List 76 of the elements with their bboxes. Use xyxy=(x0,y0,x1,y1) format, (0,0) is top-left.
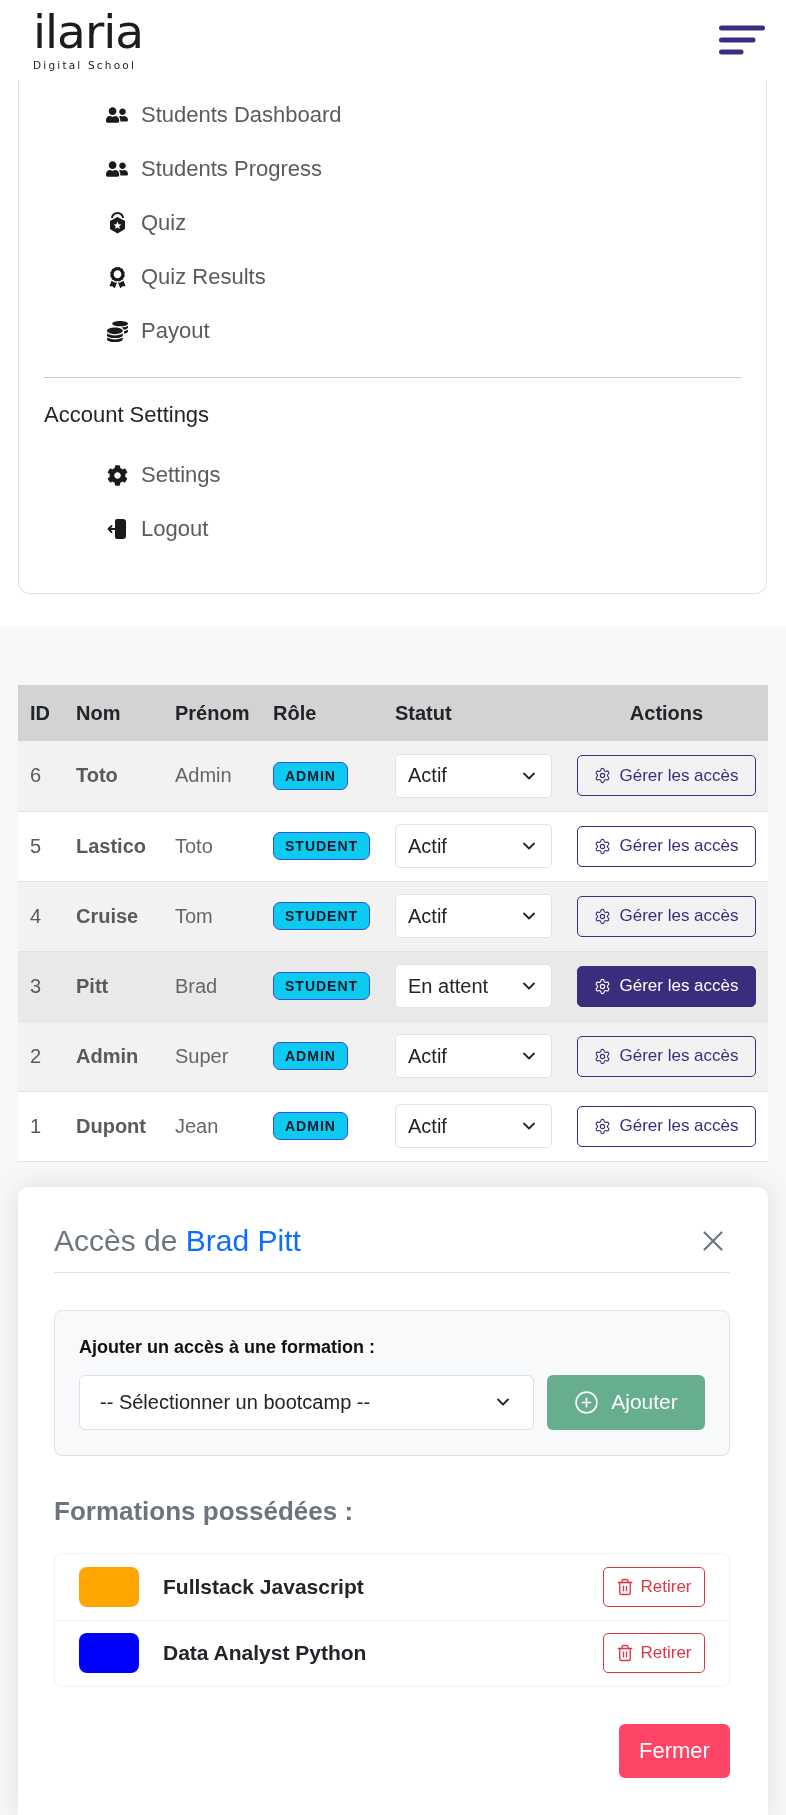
role-badge: ADMIN xyxy=(273,761,348,790)
status-select[interactable]: Actif xyxy=(395,1104,552,1148)
plus-circle-icon xyxy=(574,1389,600,1415)
manage-access-button[interactable]: Gérer les accès xyxy=(577,965,756,1007)
last-name-cell: Lastico xyxy=(64,811,163,881)
first-name-cell: Brad xyxy=(163,951,261,1021)
menu-item[interactable]: Settings xyxy=(44,448,741,502)
remove-button[interactable]: Retirer xyxy=(603,1633,705,1673)
role-badge: ADMIN xyxy=(273,1112,348,1140)
modal-title: Accès de Brad Pitt xyxy=(54,1222,301,1259)
id-cell: 6 xyxy=(18,741,64,811)
menu-item[interactable]: Quiz Results xyxy=(44,250,741,304)
settings-icon xyxy=(594,1047,612,1065)
coins-icon xyxy=(106,320,128,342)
section-heading: Formations possédées : xyxy=(54,1494,355,1527)
id-cell: 4 xyxy=(18,881,64,951)
settings-icon xyxy=(106,464,128,486)
users-icon xyxy=(106,104,128,126)
settings-icon xyxy=(594,907,612,925)
first-name-cell: Tom xyxy=(163,881,261,951)
settings-icon xyxy=(594,767,612,785)
role-badge: STUDENT xyxy=(273,972,371,1000)
status-select[interactable]: En attent xyxy=(395,964,552,1008)
manage-access-button[interactable]: Gérer les accès xyxy=(577,825,756,867)
last-name-cell: Admin xyxy=(64,1021,163,1091)
menu-item[interactable]: Students Dashboard xyxy=(44,88,741,142)
menu-icon[interactable] xyxy=(719,25,765,55)
badge-icon xyxy=(108,212,126,234)
column-header: Prénom xyxy=(163,685,261,741)
manage-access-button[interactable]: Gérer les accès xyxy=(577,1035,756,1077)
column-header: ID xyxy=(18,685,64,741)
id-cell: 1 xyxy=(18,1091,64,1161)
trash-icon xyxy=(616,1577,635,1596)
manage-access-button[interactable]: Gérer les accès xyxy=(577,895,756,937)
id-cell: 3 xyxy=(18,951,64,1021)
status-select[interactable]: Actif xyxy=(395,753,552,798)
id-cell: 5 xyxy=(18,811,64,881)
settings-icon xyxy=(594,977,612,995)
column-header: Statut xyxy=(383,685,565,741)
status-select[interactable]: Actif xyxy=(395,894,552,938)
logo-tagline: Digital School xyxy=(33,59,137,71)
status-select[interactable]: Actif xyxy=(395,824,552,868)
section-title: Account Settings xyxy=(44,401,211,429)
menu-item[interactable]: Students Progress xyxy=(44,142,741,196)
manage-access-button[interactable]: Gérer les accès xyxy=(577,755,756,797)
column-header: Nom xyxy=(64,685,163,741)
remove-button[interactable]: Retirer xyxy=(603,1566,705,1607)
settings-icon xyxy=(594,837,612,855)
first-name-cell: Admin xyxy=(163,741,261,811)
role-badge: STUDENT xyxy=(273,832,371,860)
last-name-cell: Pitt xyxy=(64,951,163,1021)
last-name-cell: Dupont xyxy=(64,1091,163,1161)
role-badge: STUDENT xyxy=(273,902,371,930)
manage-access-button[interactable]: Gérer les accès xyxy=(577,1105,756,1147)
last-name-cell: Cruise xyxy=(64,881,163,951)
trash-icon xyxy=(616,1644,635,1662)
settings-icon xyxy=(594,1117,612,1135)
status-select[interactable]: Actif xyxy=(395,1034,552,1078)
column-header: Actions xyxy=(565,685,768,741)
menu-item[interactable]: Quiz xyxy=(44,196,741,250)
menu-item[interactable]: Logout xyxy=(44,502,741,556)
first-name-cell: Jean xyxy=(163,1091,261,1161)
bootcamp-select[interactable]: -- Sélectionner un bootcamp -- xyxy=(79,1374,534,1430)
first-name-cell: Super xyxy=(163,1021,261,1091)
formation-name: Fullstack Javascript xyxy=(163,1574,365,1599)
role-badge: ADMIN xyxy=(273,1042,348,1070)
users-icon xyxy=(106,158,128,180)
field-label: Ajouter un accès à une formation : xyxy=(79,1335,377,1358)
logout-icon xyxy=(107,518,127,540)
menu-item[interactable]: Payout xyxy=(44,304,741,358)
id-cell: 2 xyxy=(18,1021,64,1091)
last-name-cell: Toto xyxy=(64,741,163,811)
column-header: Rôle xyxy=(261,685,383,741)
logo-wordmark: ilaria xyxy=(33,9,144,55)
formation-name: Data Analyst Python xyxy=(163,1641,368,1665)
first-name-cell: Toto xyxy=(163,811,261,881)
